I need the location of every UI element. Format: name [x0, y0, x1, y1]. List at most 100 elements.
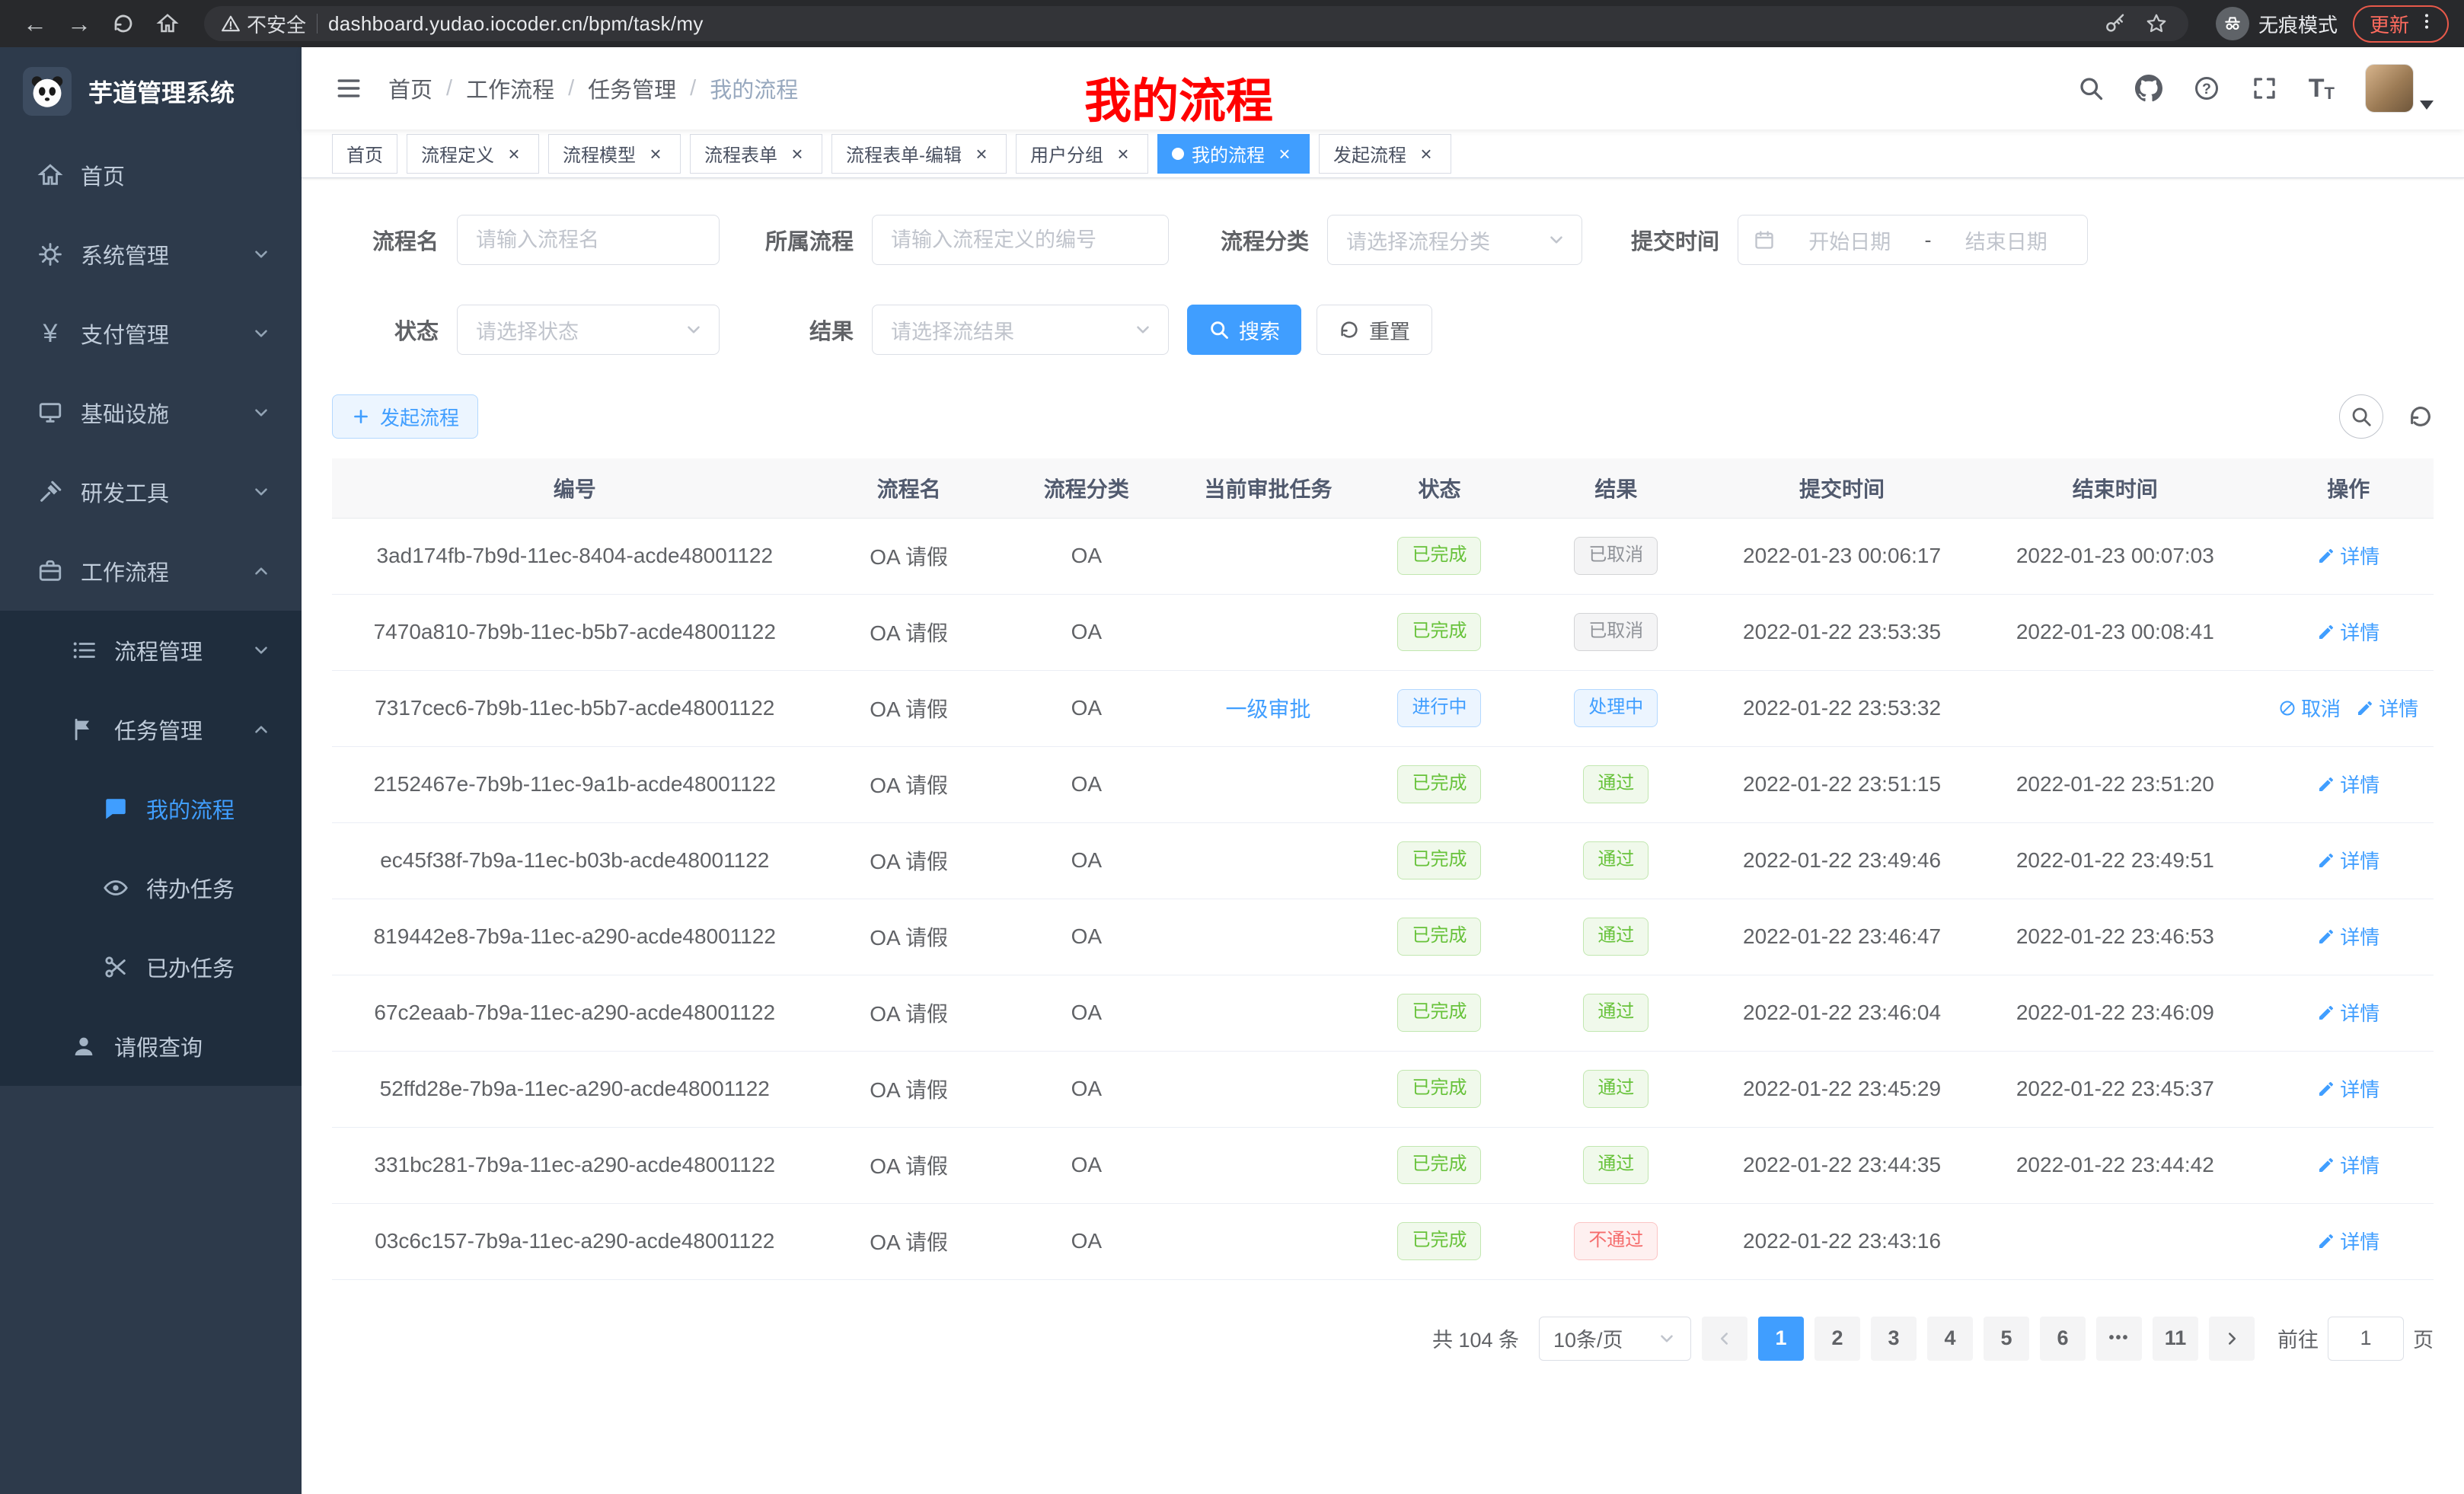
close-icon[interactable]: ×	[1112, 143, 1134, 164]
page-button-4[interactable]: 4	[1927, 1317, 1973, 1361]
table-body: 3ad174fb-7b9d-11ec-8404-acde48001122OA 请…	[332, 518, 2434, 1279]
status-select[interactable]: 请选择状态	[457, 305, 720, 355]
detail-link[interactable]: 详情	[2317, 618, 2379, 646]
forward-icon[interactable]: →	[59, 4, 99, 43]
process-name-input[interactable]	[457, 215, 720, 265]
cell-submit-time: 2022-01-22 23:45:29	[1717, 1051, 1967, 1127]
detail-link[interactable]: 详情	[2317, 998, 2379, 1026]
tab-process-definition[interactable]: 流程定义 ×	[407, 134, 539, 174]
tab-label: 用户分组	[1030, 140, 1103, 167]
fullscreen-icon[interactable]	[2251, 75, 2278, 102]
search-icon[interactable]	[2077, 75, 2105, 102]
cell-category: OA	[1001, 1127, 1173, 1203]
address-bar[interactable]: 不安全 dashboard.yudao.iocoder.cn/bpm/task/…	[204, 6, 2188, 41]
cell-submit-time: 2022-01-22 23:46:47	[1717, 899, 1967, 975]
page-button-5[interactable]: 5	[1984, 1317, 2029, 1361]
tab-process-form-edit[interactable]: 流程表单-编辑×	[831, 134, 1007, 174]
sidebar-item-done-tasks[interactable]: 已办任务	[0, 927, 302, 1007]
page-button-3[interactable]: 3	[1871, 1317, 1917, 1361]
toggle-search-icon[interactable]	[2339, 394, 2383, 439]
not-secure-warning[interactable]: 不安全	[221, 10, 306, 38]
sidebar-item-label: 我的流程	[146, 793, 235, 825]
app-logo[interactable]: 芋道管理系统	[0, 47, 302, 136]
page-button-11[interactable]: 11	[2153, 1317, 2198, 1361]
close-icon[interactable]: ×	[645, 143, 666, 164]
tab-label: 流程定义	[421, 140, 494, 167]
more-pages-ellipsis[interactable]: •••	[2096, 1317, 2142, 1361]
font-size-icon[interactable]: TT	[2309, 74, 2335, 104]
tab-process-form[interactable]: 流程表单×	[690, 134, 822, 174]
page-button-2[interactable]: 2	[1814, 1317, 1860, 1361]
avatar[interactable]	[2365, 64, 2414, 113]
page-size-select[interactable]: 10条/页	[1539, 1317, 1691, 1361]
search-button[interactable]: 搜索	[1187, 305, 1301, 355]
tab-process-model[interactable]: 流程模型×	[548, 134, 681, 174]
sidebar-item-home[interactable]: 首页	[0, 136, 302, 215]
sidebar-item-infrastructure[interactable]: 基础设施	[0, 373, 302, 452]
close-icon[interactable]: ×	[787, 143, 808, 164]
detail-link[interactable]: 详情	[2317, 770, 2379, 798]
sidebar-item-leave-query[interactable]: 请假查询	[0, 1007, 302, 1086]
cell-result: 通过	[1515, 822, 1717, 899]
refresh-table-icon[interactable]	[2408, 404, 2434, 429]
breadcrumb-item[interactable]: 工作流程	[466, 72, 554, 104]
reload-icon[interactable]	[104, 4, 143, 43]
detail-link[interactable]: 详情	[2317, 922, 2379, 950]
category-select[interactable]: 请选择流程分类	[1327, 215, 1582, 265]
user-menu[interactable]	[2365, 64, 2434, 113]
detail-link[interactable]: 详情	[2356, 694, 2418, 722]
sidebar-item-task-mgmt[interactable]: 任务管理	[0, 690, 302, 769]
docs-help-icon[interactable]: ?	[2193, 75, 2220, 102]
sidebar-item-workflow[interactable]: 工作流程	[0, 532, 302, 611]
breadcrumb-item[interactable]: 首页	[388, 72, 432, 104]
detail-link[interactable]: 详情	[2317, 846, 2379, 874]
reset-button[interactable]: 重置	[1317, 305, 1432, 355]
cell-result: 已取消	[1515, 518, 1717, 594]
url-text[interactable]: dashboard.yudao.iocoder.cn/bpm/task/my	[328, 12, 704, 36]
detail-link[interactable]: 详情	[2317, 1227, 2379, 1255]
github-icon[interactable]	[2135, 75, 2162, 102]
warning-icon	[221, 14, 241, 34]
tab-home[interactable]: 首页	[332, 134, 397, 174]
update-button[interactable]: 更新	[2353, 5, 2449, 43]
page-button-1[interactable]: 1	[1758, 1317, 1804, 1361]
tab-user-group[interactable]: 用户分组 ×	[1016, 134, 1148, 174]
sidebar-item-label: 支付管理	[81, 318, 169, 350]
current-task-link[interactable]: 一级审批	[1226, 698, 1311, 721]
cancel-link[interactable]: 取消	[2278, 694, 2341, 722]
cell-category: OA	[1001, 975, 1173, 1051]
tab-my-process[interactable]: 我的流程×	[1157, 134, 1310, 174]
sidebar-item-process-mgmt[interactable]: 流程管理	[0, 611, 302, 690]
close-icon[interactable]: ×	[503, 143, 525, 164]
back-icon[interactable]: ←	[15, 4, 55, 43]
close-icon[interactable]: ×	[971, 143, 992, 164]
next-page-button[interactable]	[2209, 1317, 2255, 1361]
sidebar-item-payment[interactable]: ¥支付管理	[0, 294, 302, 373]
create-process-button[interactable]: 发起流程	[332, 394, 478, 439]
close-icon[interactable]: ×	[1274, 143, 1295, 164]
parent-process-input[interactable]	[872, 215, 1169, 265]
tab-start-process[interactable]: 发起流程×	[1319, 134, 1451, 174]
detail-link[interactable]: 详情	[2317, 1074, 2379, 1103]
result-select[interactable]: 请选择流结果	[872, 305, 1169, 355]
goto-page-input[interactable]	[2328, 1317, 2404, 1361]
cell-process-name: OA 请假	[818, 1051, 1001, 1127]
detail-link[interactable]: 详情	[2317, 541, 2379, 570]
sidebar-item-todo-tasks[interactable]: 待办任务	[0, 848, 302, 927]
home-icon[interactable]	[148, 4, 187, 43]
bookmark-star-icon[interactable]	[2141, 8, 2172, 39]
browser-menu-icon[interactable]	[2417, 11, 2437, 37]
prev-page-button[interactable]	[1702, 1317, 1747, 1361]
page-button-6[interactable]: 6	[2040, 1317, 2086, 1361]
sidebar-item-system[interactable]: 系统管理	[0, 215, 302, 294]
detail-link[interactable]: 详情	[2317, 1151, 2379, 1179]
key-icon[interactable]	[2100, 8, 2130, 39]
edit-icon	[2317, 623, 2335, 641]
cell-category: OA	[1001, 1203, 1173, 1279]
hamburger-icon[interactable]	[332, 72, 365, 105]
sidebar-item-my-process[interactable]: 我的流程	[0, 769, 302, 848]
submit-time-range-picker[interactable]: 开始日期 - 结束日期	[1738, 215, 2088, 265]
sidebar-item-dev-tools[interactable]: 研发工具	[0, 452, 302, 532]
close-icon[interactable]: ×	[1416, 143, 1437, 164]
breadcrumb-item[interactable]: 任务管理	[588, 72, 676, 104]
